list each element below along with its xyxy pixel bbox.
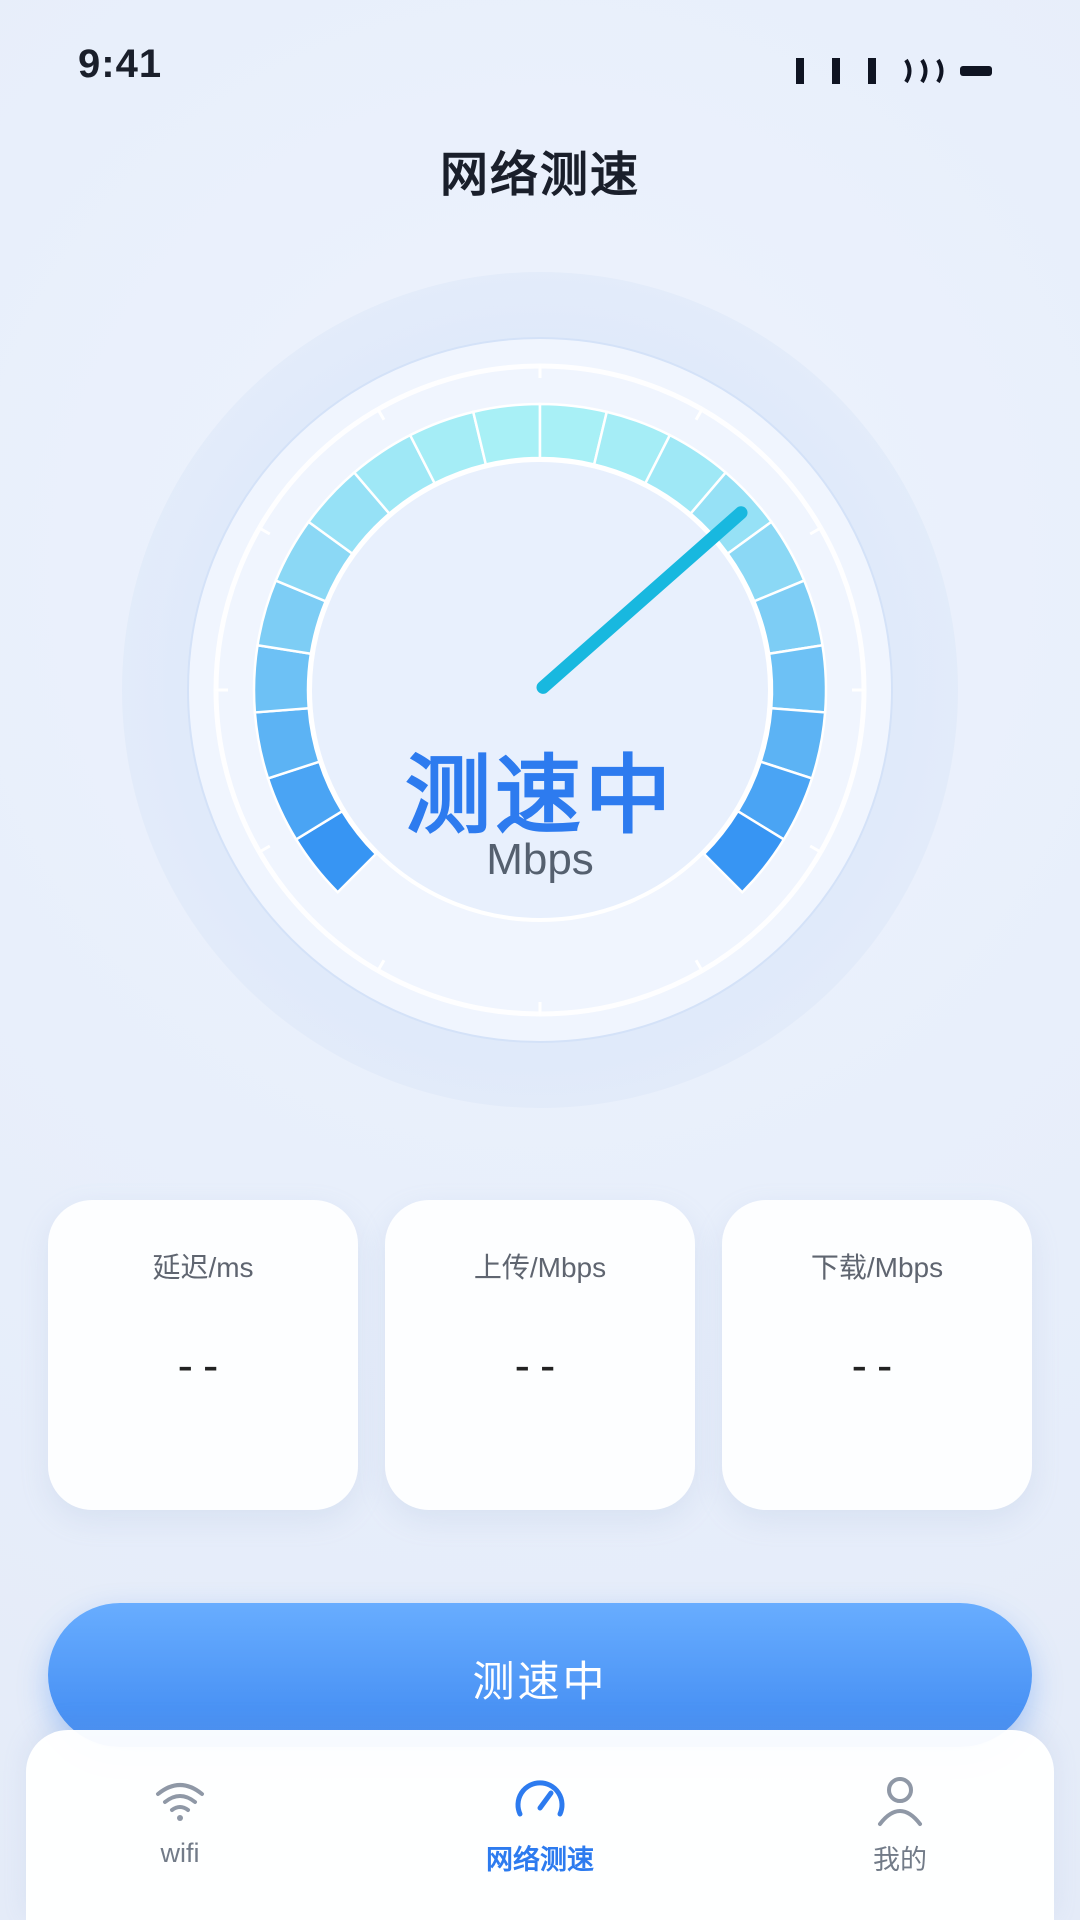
latency-value: -- xyxy=(177,1339,229,1391)
upload-label: 上传/Mbps xyxy=(473,1252,607,1283)
tab-speed-test[interactable]: 网络测速 xyxy=(440,1730,640,1920)
tab-wifi-label: wifi xyxy=(160,1838,200,1868)
signal-icon xyxy=(796,58,804,84)
upload-value: -- xyxy=(514,1339,566,1391)
wifi-status-icon xyxy=(904,58,944,84)
upload-card: 上传/Mbps -- xyxy=(385,1200,695,1510)
download-card: 下载/Mbps -- xyxy=(722,1200,1032,1510)
user-icon xyxy=(878,1777,922,1826)
tab-bar: wifi 网络测速 我的 xyxy=(26,1730,1054,1920)
speedometer-icon xyxy=(515,1780,565,1817)
gauge-segment xyxy=(767,643,828,714)
latency-card: 延迟/ms -- xyxy=(48,1200,358,1510)
status-time: 9:41 xyxy=(78,42,163,86)
download-value: -- xyxy=(851,1339,903,1391)
speed-gauge: 测速中 Mbps xyxy=(120,270,960,1110)
start-test-label: 测速中 xyxy=(472,1658,608,1705)
tab-wifi[interactable]: wifi xyxy=(80,1730,280,1920)
gauge-segment xyxy=(471,402,542,466)
status-bar: 9:41 xyxy=(0,0,1080,130)
status-icons xyxy=(796,58,992,84)
gauge-status: 测速中 xyxy=(405,748,675,844)
tab-profile[interactable]: 我的 xyxy=(800,1730,1000,1920)
tab-speed-test-label: 网络测速 xyxy=(486,1845,594,1875)
metrics-row: 延迟/ms -- 上传/Mbps -- 下载/Mbps -- xyxy=(48,1200,1032,1510)
gauge-graphic xyxy=(122,272,958,1108)
wifi-icon xyxy=(156,1783,204,1821)
gauge-unit: Mbps xyxy=(486,835,594,884)
page-title: 网络测速 xyxy=(439,149,640,202)
tab-profile-label: 我的 xyxy=(873,1845,927,1875)
battery-icon xyxy=(960,66,992,76)
download-label: 下载/Mbps xyxy=(810,1252,944,1283)
gauge-segment xyxy=(252,643,313,714)
start-test-button[interactable]: 测速中 xyxy=(48,1603,1032,1747)
latency-label: 延迟/ms xyxy=(152,1252,254,1283)
